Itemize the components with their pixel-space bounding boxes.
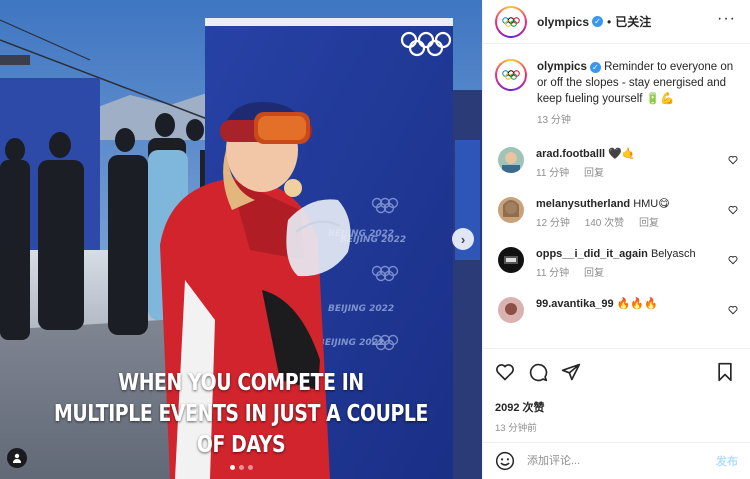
comment-item: arad.footballl 🖤🤙 11 分钟 回复 bbox=[495, 147, 738, 181]
caption-username[interactable]: olympics bbox=[537, 61, 587, 73]
user-tag-icon bbox=[13, 453, 21, 463]
commenter-username[interactable]: 99.avantika_99 bbox=[536, 298, 614, 310]
commenter-avatar[interactable] bbox=[498, 247, 524, 273]
heart-icon[interactable] bbox=[728, 155, 738, 165]
comment-time: 11 分钟 bbox=[536, 168, 570, 179]
bookmark-icon[interactable] bbox=[716, 362, 734, 382]
carousel-dot bbox=[247, 465, 253, 470]
emoji-icon[interactable] bbox=[495, 451, 515, 471]
comment-text: Belyasch bbox=[650, 248, 696, 260]
comment-likes[interactable]: 140 次赞 bbox=[585, 218, 624, 229]
banner-text: BEIJING 2022 bbox=[328, 304, 394, 314]
olympic-rings-icon bbox=[502, 16, 520, 27]
commenter-username[interactable]: arad.footballl bbox=[536, 148, 605, 160]
carousel-dot bbox=[238, 465, 244, 470]
commenter-avatar[interactable] bbox=[498, 197, 524, 223]
comment-text: 🖤🤙 bbox=[608, 148, 636, 160]
overlay-line-1: WHEN YOU COMPETE IN bbox=[118, 370, 364, 396]
heart-icon[interactable] bbox=[728, 305, 738, 315]
likes-count[interactable]: 2092 次赞 bbox=[495, 399, 738, 415]
post-media[interactable]: BEIJING 2022 BEIJING 2022 BEIJING 2022 B… bbox=[0, 0, 482, 479]
caption-item: olympics ✓ Reminder to everyone on or off… bbox=[495, 59, 738, 129]
tagged-users-button[interactable] bbox=[7, 448, 27, 468]
comment-time: 12 分钟 bbox=[536, 218, 570, 229]
reply-button[interactable]: 回复 bbox=[639, 218, 659, 229]
comment-item: opps__i_did_it_again Belyasch 11 分钟 回复 bbox=[495, 247, 738, 281]
comment-icon[interactable] bbox=[528, 362, 548, 382]
comment-input[interactable] bbox=[527, 455, 697, 467]
verified-badge-icon: ✓ bbox=[592, 16, 604, 27]
banner-text: BEIJING 2022 bbox=[318, 338, 384, 348]
heart-icon[interactable] bbox=[728, 205, 738, 215]
heart-icon[interactable] bbox=[728, 255, 738, 265]
overlay-caption: WHEN YOU COMPETE IN MULTIPLE EVENTS IN J… bbox=[43, 368, 438, 461]
comment-item: melanysutherland HMU😋 12 分钟 140 次赞 回复 bbox=[495, 197, 738, 231]
commenter-avatar[interactable] bbox=[498, 297, 524, 323]
comment-composer: 发布 bbox=[483, 442, 750, 479]
header-separator: • bbox=[607, 14, 612, 29]
overlay-line-2: MULTIPLE EVENTS IN JUST A COUPLE OF DAYS bbox=[54, 401, 428, 458]
post-actions: 2092 次赞 13 分钟前 bbox=[483, 348, 750, 442]
author-avatar[interactable] bbox=[495, 5, 527, 38]
comment-text: HMU😋 bbox=[633, 198, 670, 210]
reply-button[interactable]: 回复 bbox=[584, 268, 604, 279]
verified-badge-icon: ✓ bbox=[589, 62, 601, 73]
chevron-right-icon: › bbox=[460, 231, 466, 247]
carousel-dot bbox=[229, 465, 235, 470]
post-header: olympics ✓ • 已关注 ··· bbox=[483, 0, 750, 44]
post-comment-button[interactable]: 发布 bbox=[716, 453, 738, 469]
reply-button[interactable]: 回复 bbox=[584, 168, 604, 179]
author-username[interactable]: olympics bbox=[537, 15, 589, 29]
commenter-username[interactable]: melanysutherland bbox=[536, 198, 630, 210]
more-options-icon[interactable]: ··· bbox=[717, 11, 736, 27]
comment-text: 🔥🔥🔥 bbox=[616, 298, 658, 310]
comments-list[interactable]: olympics ✓ Reminder to everyone on or off… bbox=[483, 45, 750, 348]
carousel-next-button[interactable]: › bbox=[452, 228, 474, 250]
share-icon[interactable] bbox=[561, 362, 581, 382]
commenter-username[interactable]: opps__i_did_it_again bbox=[536, 248, 648, 260]
olympic-rings-icon bbox=[502, 70, 520, 80]
post-details-panel: olympics ✓ • 已关注 ··· olympics ✓ Reminder… bbox=[482, 0, 750, 479]
caption-avatar[interactable] bbox=[495, 59, 527, 91]
heart-icon[interactable] bbox=[495, 362, 515, 382]
post-timestamp[interactable]: 13 分钟前 bbox=[495, 420, 738, 434]
comment-time: 11 分钟 bbox=[536, 268, 570, 279]
carousel-indicator bbox=[0, 465, 482, 470]
following-button[interactable]: 已关注 bbox=[615, 13, 651, 30]
commenter-avatar[interactable] bbox=[498, 147, 524, 173]
caption-time: 13 分钟 bbox=[537, 115, 571, 126]
comment-item: 99.avantika_99 🔥🔥🔥 bbox=[495, 297, 738, 323]
